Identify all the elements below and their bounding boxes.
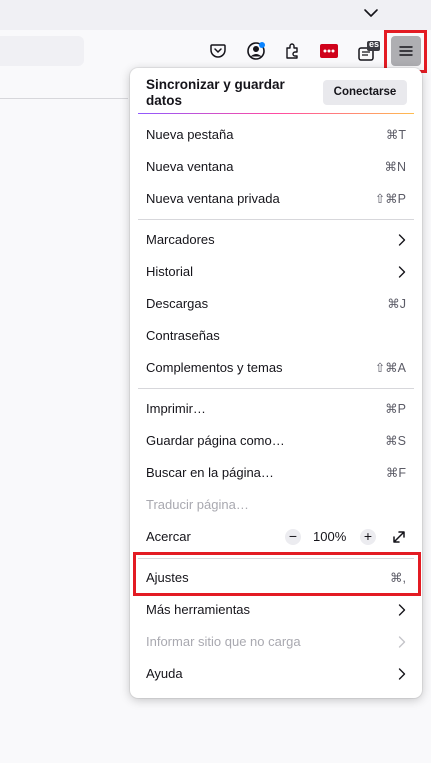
menu-item-find-in-page[interactable]: Buscar en la página… ⌘F — [146, 462, 406, 484]
chevron-down-icon[interactable] — [362, 4, 380, 22]
sign-in-button[interactable]: Conectarse — [323, 80, 407, 105]
highlight-box-settings — [133, 552, 421, 596]
menu-item-label: Ayuda — [146, 666, 183, 681]
sync-separator — [138, 113, 414, 114]
shortcut-label: ⌘S — [385, 434, 406, 448]
sync-title: Sincronizar y guardar datos — [146, 77, 285, 108]
menu-item-label: Buscar en la página… — [146, 465, 274, 480]
menu-separator — [138, 219, 414, 220]
menu-item-label: Informar sitio que no carga — [146, 634, 301, 649]
chevron-right-icon — [398, 636, 406, 648]
zoom-out-button[interactable]: − — [285, 529, 301, 545]
menu-item-history[interactable]: Historial — [146, 261, 406, 283]
menu-item-addons[interactable]: Complementos y temas ⇧⌘A — [146, 357, 406, 379]
menu-item-label: Descargas — [146, 296, 209, 311]
menu-item-bookmarks[interactable]: Marcadores — [146, 229, 406, 251]
menu-item-help[interactable]: Ayuda — [146, 663, 406, 685]
shortcut-label: ⌘J — [387, 297, 406, 311]
menu-item-label: Nueva ventana — [146, 159, 234, 174]
menu-item-zoom: Acercar − 100% + — [146, 526, 406, 548]
menu-item-downloads[interactable]: Descargas ⌘J — [146, 293, 406, 315]
menu-item-translate-page: Traducir página… — [146, 494, 406, 516]
tab-strip — [0, 0, 431, 30]
menu-item-label: Traducir página… — [146, 497, 249, 512]
app-menu-panel: Sincronizar y guardar datos Conectarse N… — [130, 68, 422, 698]
menu-item-label: Imprimir… — [146, 401, 206, 416]
zoom-in-button[interactable]: + — [360, 529, 376, 545]
menu-item-label: Acercar — [146, 529, 191, 544]
language-badge: es — [369, 39, 380, 49]
shortcut-label: ⌘N — [384, 160, 406, 174]
menu-item-print[interactable]: Imprimir… ⌘P — [146, 398, 406, 420]
shortcut-label: ⌘T — [385, 128, 406, 142]
shortcut-label: ⌘F — [385, 466, 406, 480]
menu-item-report-site: Informar sitio que no carga — [146, 631, 406, 653]
menu-item-label: Historial — [146, 264, 193, 279]
menu-item-label: Marcadores — [146, 232, 215, 247]
menu-item-label: Contraseñas — [146, 328, 220, 343]
highlight-box-menu-button — [384, 30, 427, 73]
menu-item-private-window[interactable]: Nueva ventana privada ⇧⌘P — [146, 188, 406, 210]
shortcut-label: ⇧⌘P — [374, 192, 406, 206]
chevron-right-icon — [398, 234, 406, 246]
menu-item-new-window[interactable]: Nueva ventana ⌘N — [146, 156, 406, 178]
toolbar-divider — [0, 98, 128, 99]
translate-icon[interactable]: es — [358, 39, 382, 62]
menu-item-more-tools[interactable]: Más herramientas — [146, 599, 406, 621]
zoom-level[interactable]: 100% — [313, 526, 346, 548]
menu-item-label: Más herramientas — [146, 602, 251, 617]
pocket-icon[interactable] — [207, 40, 229, 62]
menu-item-label: Complementos y temas — [146, 360, 283, 375]
url-bar[interactable] — [0, 36, 84, 66]
shortcut-label: ⇧⌘A — [374, 361, 406, 375]
chevron-right-icon — [398, 604, 406, 616]
menu-item-label: Guardar página como… — [146, 433, 285, 448]
menu-separator — [138, 388, 414, 389]
account-icon[interactable] — [245, 40, 267, 62]
chevron-right-icon — [398, 668, 406, 680]
menu-item-label: Nueva pestaña — [146, 127, 234, 142]
menu-item-label: Nueva ventana privada — [146, 191, 280, 206]
menu-item-save-page[interactable]: Guardar página como… ⌘S — [146, 430, 406, 452]
menu-item-passwords[interactable]: Contraseñas — [146, 325, 406, 347]
shortcut-label: ⌘P — [385, 402, 406, 416]
chevron-right-icon — [398, 266, 406, 278]
menu-item-new-tab[interactable]: Nueva pestaña ⌘T — [146, 124, 406, 146]
extensions-icon[interactable] — [281, 40, 303, 62]
fullscreen-icon[interactable] — [392, 530, 406, 544]
password-manager-icon[interactable] — [318, 40, 340, 62]
